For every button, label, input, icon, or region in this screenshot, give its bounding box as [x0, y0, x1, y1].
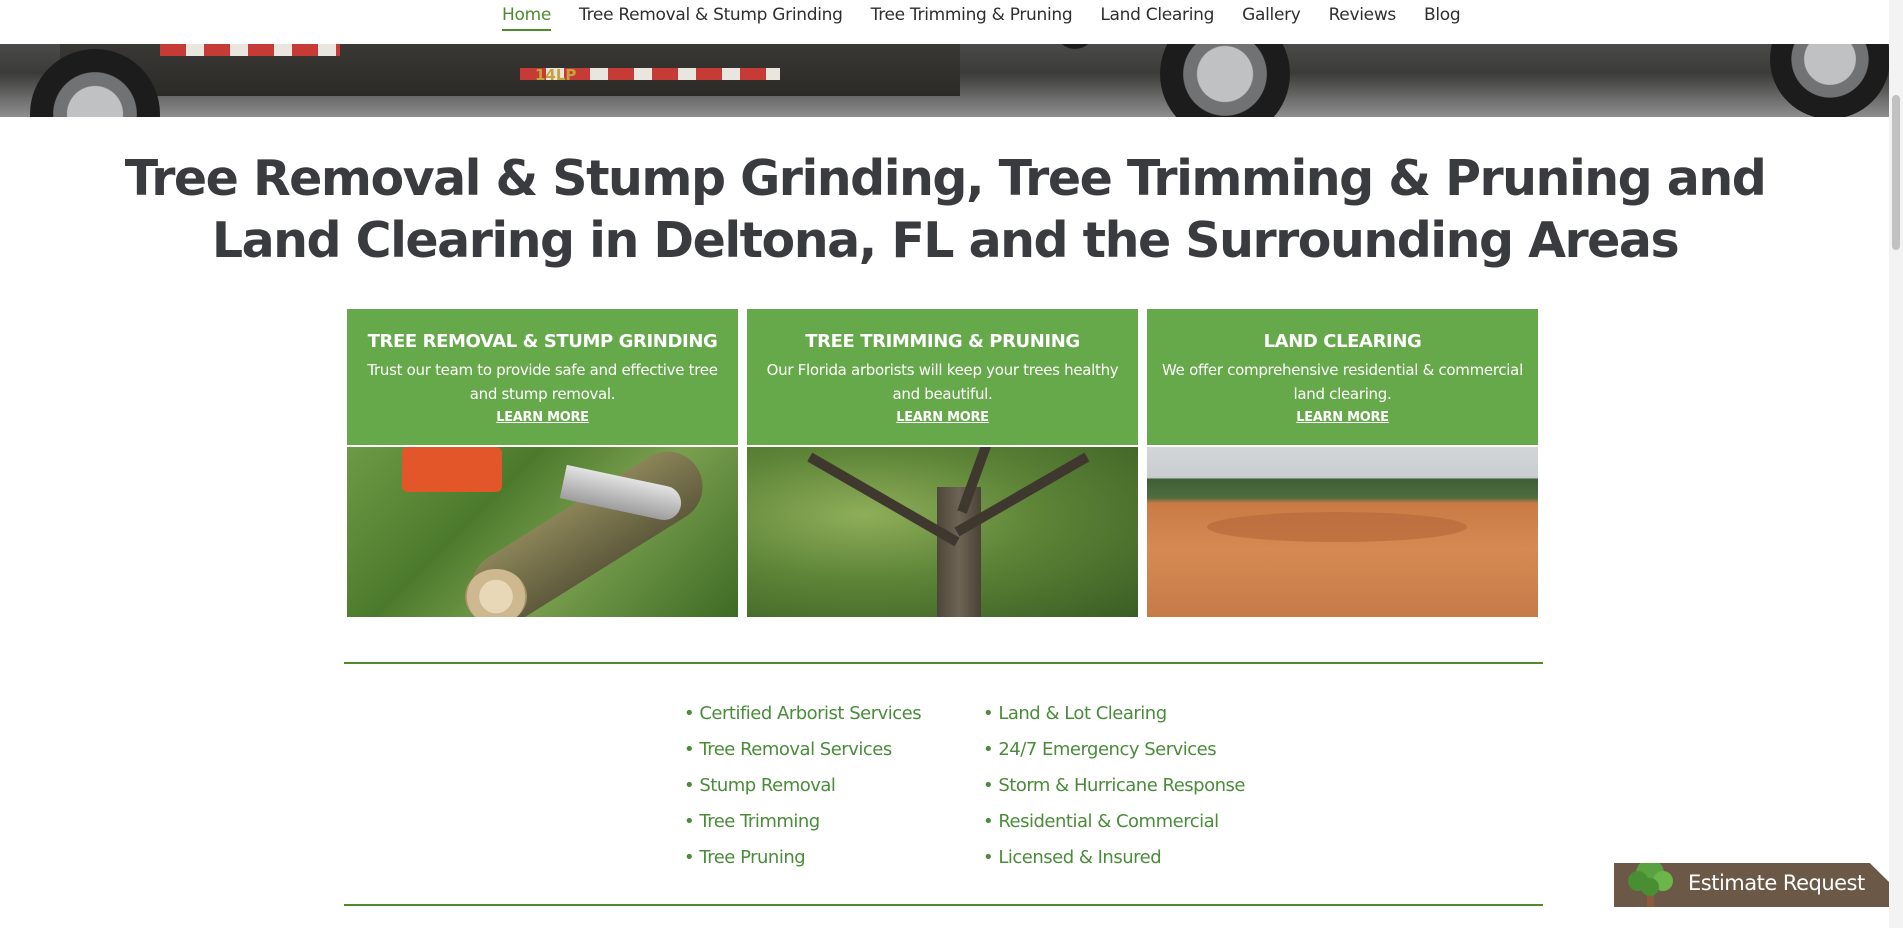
page-scrollbar[interactable]: [1889, 0, 1903, 928]
list-item: 24/7 Emergency Services: [983, 739, 1245, 775]
trailer-tag: 14LP: [535, 66, 577, 84]
page-headline: Tree Removal & Stump Grinding, Tree Trim…: [124, 150, 1767, 269]
card-header: TREE REMOVAL & STUMP GRINDING Trust our …: [347, 309, 738, 445]
estimate-request-button[interactable]: Estimate Request: [1614, 863, 1892, 907]
card-title: TREE TRIMMING & PRUNING: [805, 331, 1080, 352]
nav-item-tree-removal[interactable]: Tree Removal & Stump Grinding: [579, 5, 843, 31]
card-header: LAND CLEARING We offer comprehensive res…: [1147, 309, 1538, 445]
nav-item-blog[interactable]: Blog: [1424, 5, 1461, 31]
reflective-stripe: [160, 44, 340, 56]
hero-image: 14LP: [0, 44, 1889, 117]
log-cut-shape: [465, 569, 527, 617]
divider-top: [344, 662, 1543, 664]
nav-item-gallery[interactable]: Gallery: [1242, 5, 1301, 31]
list-item: Tree Pruning: [684, 847, 921, 883]
card-tree-removal: TREE REMOVAL & STUMP GRINDING Trust our …: [347, 309, 738, 617]
truck-wheel: [1160, 44, 1290, 117]
tree-icon: [1628, 863, 1673, 907]
scrollbar-thumb[interactable]: [1892, 95, 1900, 250]
card-header: TREE TRIMMING & PRUNING Our Florida arbo…: [747, 309, 1138, 445]
list-item: Tree Removal Services: [684, 739, 921, 775]
tree-climber-photo[interactable]: [747, 447, 1138, 617]
road: [0, 97, 1889, 117]
main-nav: Home Tree Removal & Stump Grinding Tree …: [0, 0, 1889, 44]
truck-hub: [1055, 44, 1095, 49]
card-land-clearing: LAND CLEARING We offer comprehensive res…: [1147, 309, 1538, 617]
card-tree-trimming: TREE TRIMMING & PRUNING Our Florida arbo…: [747, 309, 1138, 617]
service-cards: TREE REMOVAL & STUMP GRINDING Trust our …: [347, 309, 1538, 617]
chainsaw-body-shape: [402, 447, 502, 492]
list-item: Certified Arborist Services: [684, 703, 921, 739]
nav-items: Home Tree Removal & Stump Grinding Tree …: [502, 0, 1488, 31]
learn-more-link[interactable]: LEARN MORE: [896, 410, 989, 425]
nav-item-reviews[interactable]: Reviews: [1329, 5, 1397, 31]
dirt-ridge-shape: [1207, 512, 1467, 542]
nav-item-tree-trimming[interactable]: Tree Trimming & Pruning: [871, 5, 1073, 31]
estimate-label: Estimate Request: [1688, 871, 1865, 895]
card-description: Trust our team to provide safe and effec…: [367, 361, 718, 403]
card-title: LAND CLEARING: [1263, 331, 1422, 352]
learn-more-link[interactable]: LEARN MORE: [496, 410, 589, 425]
nav-item-home[interactable]: Home: [502, 5, 551, 31]
list-item: Tree Trimming: [684, 811, 921, 847]
card-title: TREE REMOVAL & STUMP GRINDING: [367, 331, 718, 352]
services-list-left: Certified Arborist Services Tree Removal…: [684, 703, 921, 883]
nav-item-land-clearing[interactable]: Land Clearing: [1100, 5, 1214, 31]
card-description: We offer comprehensive residential & com…: [1162, 361, 1523, 403]
card-description: Our Florida arborists will keep your tre…: [766, 361, 1119, 403]
list-item: Land & Lot Clearing: [983, 703, 1245, 739]
divider-bottom: [344, 904, 1543, 906]
cleared-land-photo[interactable]: [1147, 447, 1538, 617]
list-item: Residential & Commercial: [983, 811, 1245, 847]
list-item: Licensed & Insured: [983, 847, 1245, 883]
list-item: Stump Removal: [684, 775, 921, 811]
chainsaw-log-photo[interactable]: [347, 447, 738, 617]
list-item: Storm & Hurricane Response: [983, 775, 1245, 811]
learn-more-link[interactable]: LEARN MORE: [1296, 410, 1389, 425]
services-list-right: Land & Lot Clearing 24/7 Emergency Servi…: [983, 703, 1245, 883]
